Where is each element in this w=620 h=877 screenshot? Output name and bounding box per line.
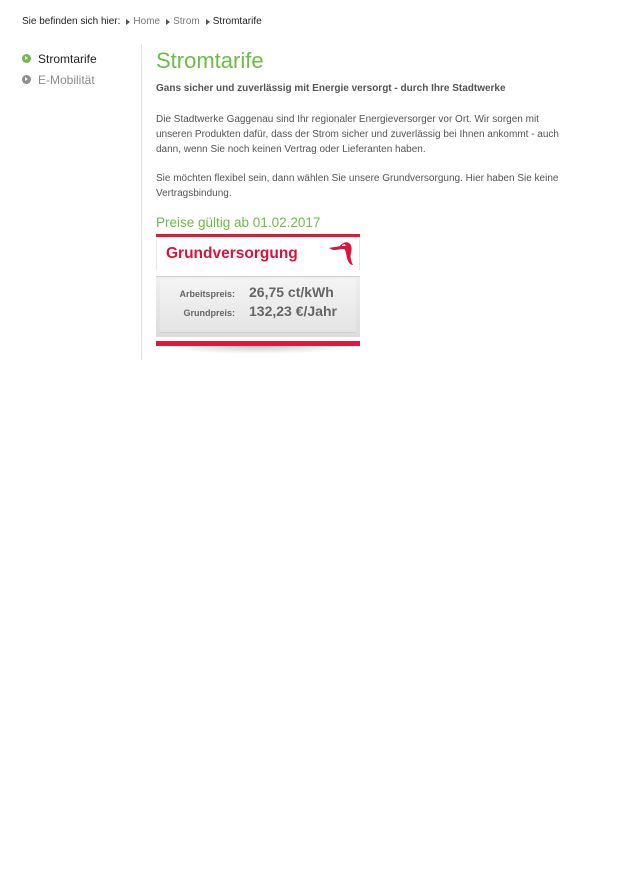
price-label: Grundpreis: — [183, 308, 235, 318]
sidebar-divider — [141, 44, 142, 360]
sidebar-item-stromtarife[interactable]: Stromtarife — [22, 48, 134, 69]
circle-arrow-right-icon — [22, 54, 31, 63]
card-price-panel: Arbeitspreis: 26,75 ct/kWh Grundpreis: 1… — [156, 276, 360, 337]
prices-heading: Preise gültig ab 01.02.2017 — [156, 215, 321, 230]
price-label: Arbeitspreis: — [179, 289, 235, 299]
sidebar-nav: Stromtarife E-Mobilität — [22, 48, 134, 90]
intro-paragraph: Die Stadtwerke Gaggenau sind Ihr regiona… — [156, 114, 559, 155]
goose-logo-icon — [329, 242, 353, 265]
triangle-right-icon — [166, 18, 171, 25]
page-title: Stromtarife — [156, 48, 264, 73]
breadcrumb-link-strom[interactable]: Strom — [173, 16, 200, 27]
tariff-card: Grundversorgung Arbeitspreis: 26,75 ct/k… — [156, 234, 360, 356]
breadcrumb: Sie befinden sich hier: Home Strom Strom… — [22, 16, 268, 27]
page-subtitle: Gans sicher und zuverlässig mit Energie … — [156, 83, 506, 94]
breadcrumb-lead: Sie befinden sich hier: — [22, 16, 121, 27]
price-value: 26,75 ct/kWh — [249, 284, 334, 300]
breadcrumb-item-home[interactable]: Home — [126, 16, 160, 27]
price-value: 132,23 €/Jahr — [249, 303, 337, 319]
card-header: Grundversorgung — [156, 237, 360, 270]
breadcrumb-link-home[interactable]: Home — [133, 16, 160, 27]
sidebar-item-label: Stromtarife — [38, 51, 97, 66]
main-content: Stromtarife Gans sicher und zuverlässig … — [156, 48, 576, 354]
sidebar-item-e-mobilitaet[interactable]: E-Mobilität — [22, 69, 134, 90]
card-shadow — [160, 346, 356, 354]
sidebar-item-label: E-Mobilität — [38, 72, 95, 87]
breadcrumb-link-stromtarife[interactable]: Stromtarife — [213, 16, 262, 27]
breadcrumb-item-stromtarife[interactable]: Stromtarife — [205, 16, 262, 27]
price-row-grundpreis: Grundpreis: 132,23 €/Jahr — [160, 303, 356, 319]
triangle-right-icon — [126, 18, 131, 25]
grundversorgung-paragraph: Sie möchten flexibel sein, dann wählen S… — [156, 173, 559, 199]
price-row-arbeitspreis: Arbeitspreis: 26,75 ct/kWh — [160, 284, 356, 300]
triangle-right-icon — [205, 18, 210, 25]
breadcrumb-item-strom[interactable]: Strom — [166, 16, 200, 27]
circle-arrow-right-icon — [22, 75, 31, 84]
price-inner-panel: Arbeitspreis: 26,75 ct/kWh Grundpreis: 1… — [160, 279, 356, 333]
tariff-title: Grundversorgung — [166, 244, 298, 262]
